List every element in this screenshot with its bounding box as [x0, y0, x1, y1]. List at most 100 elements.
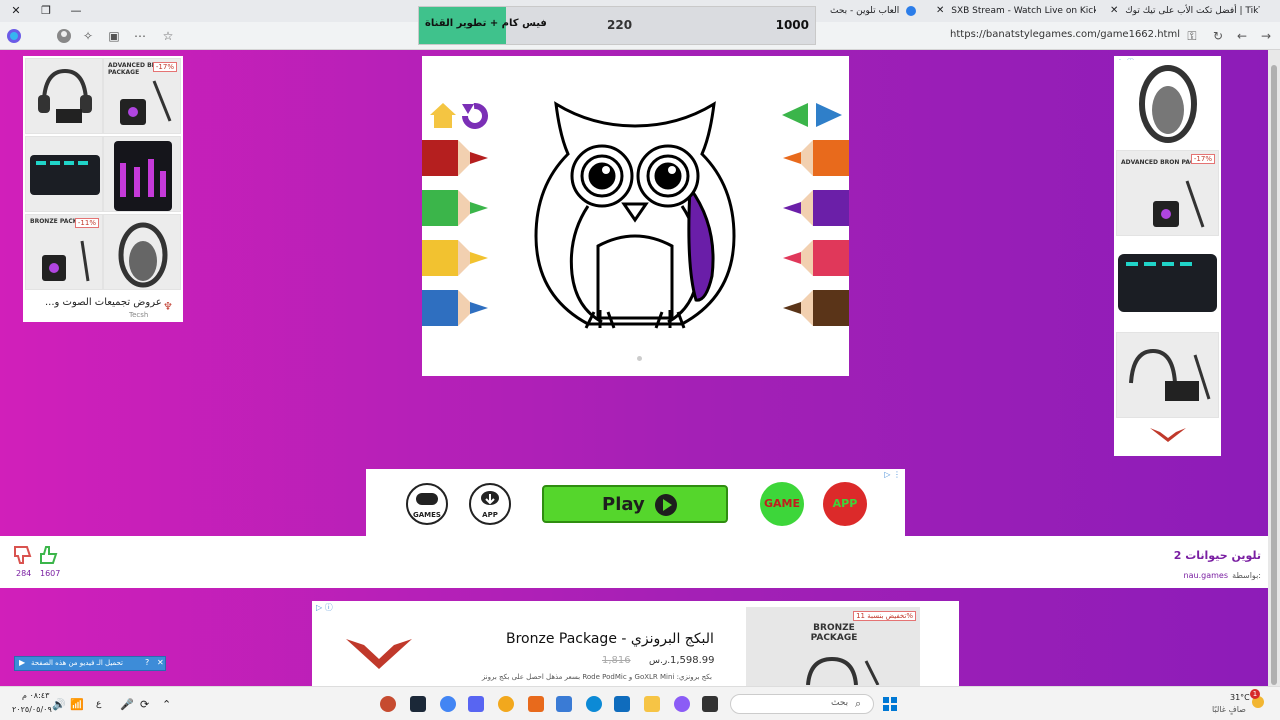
forward-icon[interactable]: →: [1258, 28, 1274, 44]
pencil-red[interactable]: [422, 136, 490, 180]
tab-kick[interactable]: ✕ SXB Stream - Watch Live on Kick: [936, 2, 1096, 20]
tab-search[interactable]: العاب تلوين - بحث: [830, 2, 930, 20]
terminal-icon[interactable]: [702, 696, 718, 712]
ad-title[interactable]: Bronze Package - البكج البرونزي: [506, 631, 714, 647]
by-label: بواسطة:: [1232, 571, 1261, 580]
home-icon[interactable]: [428, 100, 458, 130]
app-button[interactable]: APP: [469, 483, 511, 525]
thumbs-down-icon[interactable]: [12, 544, 34, 566]
edge-icon[interactable]: [586, 696, 602, 712]
game-button[interactable]: GAME: [760, 482, 804, 526]
headphones-icon: [806, 656, 880, 685]
obs-icon[interactable]: [380, 696, 396, 712]
wifi-icon[interactable]: 📶: [70, 698, 84, 711]
pencil-green[interactable]: [422, 186, 490, 230]
ad-product-image[interactable]: تخفيض بنسبة 11% BRONZE PACKAGE: [746, 607, 920, 686]
ad-product[interactable]: [25, 136, 103, 212]
help-icon[interactable]: ?: [145, 658, 149, 667]
copilot-icon[interactable]: [6, 28, 22, 44]
close-tab-icon[interactable]: ✕: [936, 5, 944, 16]
author-link[interactable]: nau.games: [1184, 571, 1228, 580]
menu-more-icon[interactable]: ⋯: [132, 28, 148, 44]
ad-info-icon[interactable]: ▷ ⋮: [884, 470, 901, 479]
ad-product[interactable]: ADVANCED BRO PACKAGE -17%: [103, 58, 181, 134]
copilot-icon[interactable]: [674, 696, 690, 712]
left-ad[interactable]: ⋮ ⓘ ADVANCED BRO PACKAGE -17% BRONZE PAC…: [23, 56, 183, 322]
ad-product[interactable]: [1116, 332, 1219, 418]
refresh-icon[interactable]: ↻: [1210, 28, 1226, 44]
sync-icon[interactable]: ⟳: [140, 698, 149, 711]
bottom-ad[interactable]: ▷ ⓘ Bronze Package - البكج البرونزي 1,59…: [312, 601, 959, 686]
weather-text[interactable]: صافٍ غالبًا: [1212, 705, 1246, 714]
pencil-brown[interactable]: [781, 286, 849, 330]
pencil-blue[interactable]: [422, 286, 490, 330]
right-ad[interactable]: ⋮ ⓘ ADVANCED BRON PACKAGE -17%: [1114, 56, 1221, 456]
chevron-up-icon[interactable]: ⌃: [162, 698, 171, 711]
app-store-ad[interactable]: ▷ ⋮ GAMES APP Play GAME APP: [366, 469, 905, 536]
games-button[interactable]: GAMES: [406, 483, 448, 525]
pencil-purple[interactable]: [781, 186, 849, 230]
app-icon[interactable]: [556, 696, 572, 712]
language-indicator[interactable]: ع: [96, 699, 101, 709]
tab-label: العاب تلوين - بحث: [830, 6, 900, 16]
weather-temp[interactable]: 31°C: [1230, 693, 1250, 702]
brand-logo-icon: [1150, 428, 1186, 442]
search-placeholder: بحث: [831, 698, 849, 708]
collections-icon[interactable]: ▣: [106, 28, 122, 44]
pencil-pink[interactable]: [781, 236, 849, 280]
favorite-star-icon[interactable]: ☆: [160, 28, 176, 44]
store-icon[interactable]: [614, 696, 630, 712]
thumbs-up-icon[interactable]: [38, 544, 60, 566]
ad-product[interactable]: [1116, 242, 1219, 328]
discord-icon[interactable]: [468, 696, 484, 712]
headphones-icon: [1139, 65, 1197, 143]
lock-icon[interactable]: ⚿: [1184, 28, 1200, 44]
close-tab-icon[interactable]: ✕: [1110, 5, 1118, 16]
extensions-icon[interactable]: ✧: [80, 28, 96, 44]
app-icon[interactable]: [498, 696, 514, 712]
steam-icon[interactable]: [410, 696, 426, 712]
ad-product[interactable]: [103, 136, 181, 212]
close-icon[interactable]: ✕: [157, 658, 164, 667]
ad-product[interactable]: BRONZE PACKAGE -11%: [25, 214, 103, 290]
owl-drawing[interactable]: [528, 96, 742, 334]
volume-icon[interactable]: 🔊: [52, 698, 66, 711]
close-window-icon[interactable]: ✕: [6, 3, 26, 19]
chrome-icon[interactable]: [440, 696, 456, 712]
page-scrollbar[interactable]: [1268, 50, 1280, 686]
play-small-icon[interactable]: ▶: [19, 658, 25, 667]
scrollbar-thumb[interactable]: [1271, 65, 1277, 685]
audio-mixer-icon: [30, 155, 100, 195]
undo-icon[interactable]: [460, 100, 490, 130]
restore-window-icon[interactable]: ❐: [36, 3, 56, 19]
ad-product[interactable]: [103, 214, 181, 290]
taskbar: ٠٨:٤٣ م ٢٠٢٥/٠٥/٠٩ 🔊 📶 ع 🎤 ⟳ ⌃ بحث ⌕ 31°…: [0, 686, 1280, 720]
ad-product[interactable]: [25, 58, 103, 134]
goal-current: 220: [607, 18, 633, 32]
back-icon[interactable]: ←: [1234, 28, 1250, 44]
microphone-icon[interactable]: 🎤: [120, 698, 134, 711]
ad-currency: ر.س.: [649, 656, 671, 666]
url-text[interactable]: https://banatstylegames.com/game1662.htm…: [950, 29, 1180, 40]
ad-price: 1,598.99: [670, 655, 715, 666]
folder-icon[interactable]: [644, 696, 660, 712]
coloring-game-canvas[interactable]: [422, 56, 849, 376]
ad-product[interactable]: ADVANCED BRON PACKAGE -17%: [1116, 150, 1219, 236]
ad-info-icon[interactable]: ▷ ⓘ: [316, 602, 333, 613]
windows-start-icon[interactable]: [882, 696, 898, 712]
taskbar-time[interactable]: ٠٨:٤٣ م: [22, 691, 49, 700]
pencil-yellow[interactable]: [422, 236, 490, 280]
taskbar-search[interactable]: بحث ⌕: [730, 694, 874, 714]
play-button[interactable]: Play: [542, 485, 728, 523]
page-nav-icon[interactable]: [780, 102, 844, 128]
ad-caption[interactable]: عروض تجميعات الصوت و...: [45, 297, 162, 308]
pencil-orange[interactable]: [781, 136, 849, 180]
video-download-bar[interactable]: ▶ تحميل الـ فيديو من هذه الصفحة ? ✕: [14, 656, 166, 671]
tab-tiktok[interactable]: ✕ أفضل تكت الأب على تيك توك | TikTok: [1110, 2, 1260, 20]
taskbar-date[interactable]: ٢٠٢٥/٠٥/٠٩: [12, 705, 52, 714]
profile-avatar-icon[interactable]: [56, 28, 72, 44]
ad-product[interactable]: [1116, 60, 1219, 146]
minimize-window-icon[interactable]: —: [66, 3, 86, 19]
app-store-button[interactable]: APP: [823, 482, 867, 526]
app-icon[interactable]: [528, 696, 544, 712]
